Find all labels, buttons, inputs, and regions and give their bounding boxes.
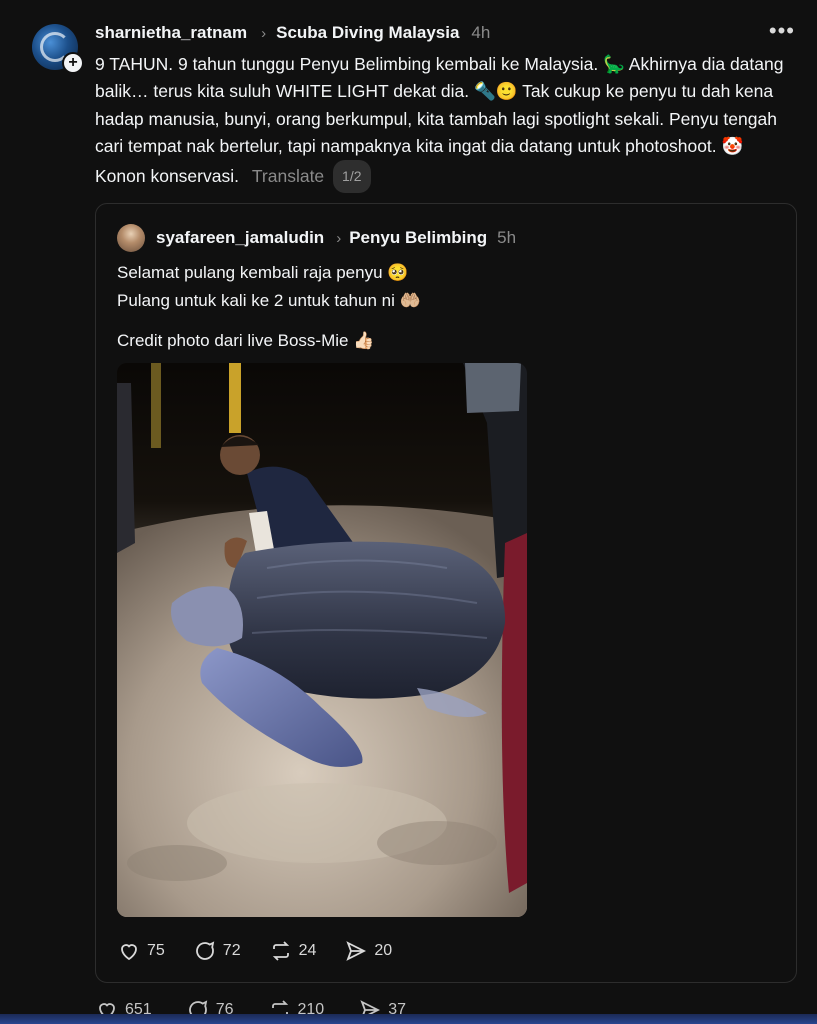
follow-plus-icon[interactable]: + [62, 52, 84, 74]
turtle-photo-illustration [117, 363, 527, 917]
thread-post: + sharnietha_ratnam › Scuba Diving Malay… [0, 0, 817, 1024]
chevron-right-icon: › [336, 229, 342, 247]
translate-link[interactable]: Translate [252, 166, 324, 186]
quoted-line-1: Selamat pulang kembali raja penyu 🥺 [117, 263, 409, 282]
quoted-comment-count: 72 [222, 942, 241, 959]
author-username[interactable]: sharnietha_ratnam [95, 23, 247, 43]
quoted-header: syafareen_jamaludin › Penyu Belimbing 5h [156, 226, 516, 250]
quoted-repost-button[interactable]: 24 [269, 939, 317, 963]
quoted-like-count: 75 [147, 942, 165, 959]
quoted-comment-button[interactable]: 72 [193, 939, 241, 963]
quoted-share-count: 20 [374, 942, 393, 959]
comment-icon [195, 941, 215, 960]
community-name[interactable]: Scuba Diving Malaysia [276, 23, 459, 43]
quoted-photo[interactable] [117, 363, 527, 917]
quoted-line-2: Pulang untuk kali ke 2 untuk tahun ni 🤲🏼 [117, 291, 421, 310]
send-icon [346, 941, 367, 961]
window-bottom-edge [0, 1014, 817, 1024]
quoted-repost-count: 24 [298, 942, 317, 959]
quoted-share-button[interactable]: 20 [344, 939, 392, 963]
caption-text: 9 TAHUN. 9 tahun tunggu Penyu Belimbing … [95, 54, 784, 187]
chevron-right-icon: › [261, 24, 267, 42]
post-header: sharnietha_ratnam › Scuba Diving Malaysi… [95, 21, 490, 45]
post-caption: 9 TAHUN. 9 tahun tunggu Penyu Belimbing … [95, 51, 785, 194]
quoted-time: 5h [497, 228, 517, 247]
quoted-post[interactable]: syafareen_jamaludin › Penyu Belimbing 5h… [95, 203, 797, 983]
repost-icon [272, 941, 289, 961]
page-badge: 1/2 [333, 160, 371, 194]
more-options-icon[interactable]: ••• [769, 18, 795, 44]
quoted-community[interactable]: Penyu Belimbing [349, 228, 487, 248]
quoted-username[interactable]: syafareen_jamaludin [156, 228, 324, 248]
quoted-line-3: Credit photo dari live Boss-Mie 👍🏻 [117, 331, 375, 350]
quoted-avatar[interactable] [117, 224, 145, 252]
quoted-like-button[interactable]: 75 [117, 939, 165, 963]
quoted-text: Selamat pulang kembali raja penyu 🥺 Pula… [117, 259, 421, 355]
heart-icon [121, 944, 137, 961]
quoted-actions: 75 72 24 20 [117, 939, 392, 963]
post-time: 4h [471, 23, 491, 42]
